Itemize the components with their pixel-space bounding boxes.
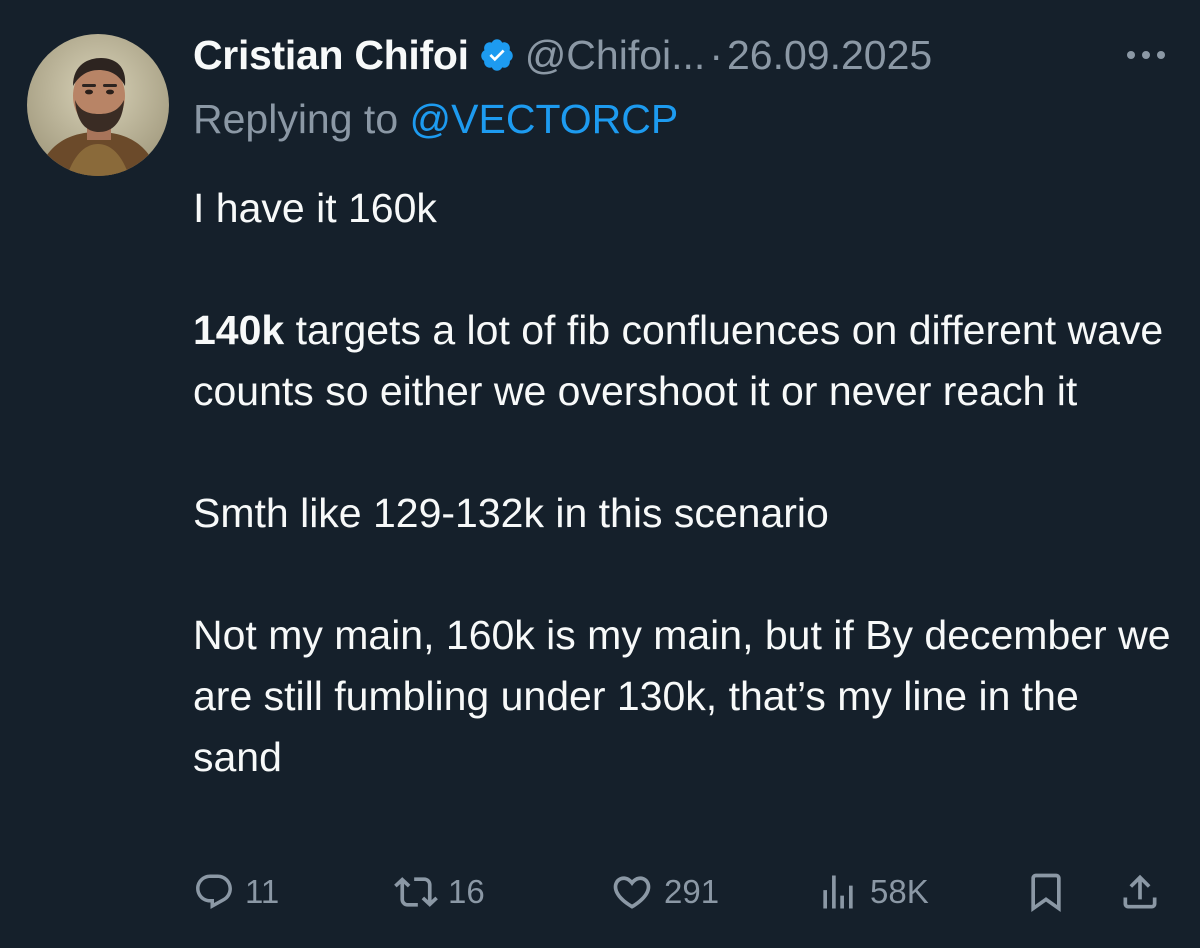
more-button[interactable]	[1122, 40, 1170, 70]
author-handle[interactable]: @Chifoi...	[525, 32, 706, 79]
tweet-paragraph-2-text: targets a lot of fib confluences on diff…	[193, 307, 1164, 414]
verified-badge-icon	[479, 37, 515, 73]
more-icon	[1127, 51, 1165, 59]
tweet-date[interactable]: 26.09.2025	[727, 32, 932, 79]
tweet-text: I have it 160k 140k targets a lot of fib…	[193, 178, 1178, 788]
reply-count: 11	[245, 873, 280, 910]
bookmark-button[interactable]	[1024, 862, 1068, 922]
like-count: 291	[664, 873, 720, 910]
share-icon	[1123, 874, 1157, 909]
views-count: 58K	[870, 873, 929, 910]
heart-icon	[613, 876, 651, 909]
reply-icon	[196, 874, 232, 909]
bookmark-icon	[1031, 873, 1061, 913]
retweet-count: 16	[448, 873, 485, 910]
views-button[interactable]: 58K	[816, 862, 929, 922]
separator-dot: ·	[709, 31, 723, 78]
like-button[interactable]: 291	[610, 862, 719, 922]
avatar-image	[27, 34, 169, 176]
author-name[interactable]: Cristian Chifoi	[193, 32, 469, 79]
replying-to-label: Replying to	[193, 96, 399, 142]
tweet-paragraph-4: Not my main, 160k is my main, but if By …	[193, 612, 1171, 780]
tweet-paragraph-3: Smth like 129-132k in this scenario	[193, 490, 829, 536]
retweet-icon	[394, 877, 438, 907]
bold-target: 140k	[193, 307, 285, 353]
replying-to-mention[interactable]: @VECTORCP	[410, 96, 679, 142]
tweet-paragraph-1: I have it 160k	[193, 185, 437, 231]
tweet-header: Cristian Chifoi @Chifoi... · 26.09.2025	[193, 28, 932, 82]
avatar[interactable]	[27, 34, 169, 176]
retweet-button[interactable]: 16	[394, 862, 485, 922]
tweet-paragraph-2: 140k targets a lot of fib confluences on…	[193, 300, 1178, 422]
action-bar: 11 16 291 58K	[0, 862, 1200, 922]
replying-to: Replying to @VECTORCP	[193, 96, 678, 143]
reply-button[interactable]: 11	[193, 862, 279, 922]
share-button[interactable]	[1118, 862, 1162, 922]
views-icon	[823, 875, 853, 909]
